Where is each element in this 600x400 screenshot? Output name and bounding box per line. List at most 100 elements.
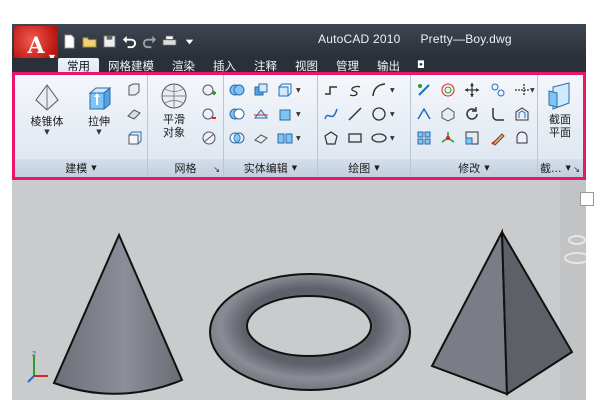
panel-section-title[interactable]: 截... ▼ ↘ (538, 159, 583, 177)
panel-modify-title[interactable]: 修改 ▼ (411, 159, 537, 177)
chevron-down-icon: ▼ (291, 164, 298, 172)
open-folder-icon[interactable] (80, 32, 98, 50)
dialog-launcher-icon: ↘ (573, 165, 580, 174)
smooth-object-icon (161, 83, 187, 109)
panel-solid-editing: ▼ ▼ ▼ 实体编辑 ▼ (224, 75, 318, 177)
copy-icon[interactable] (489, 81, 507, 99)
panel-mesh-title[interactable]: 网格 ↘ (148, 159, 223, 177)
qat-customize-icon[interactable] (180, 32, 198, 50)
polyline-icon[interactable] (322, 81, 340, 99)
extract-edges-icon[interactable] (276, 81, 294, 99)
union-icon[interactable] (228, 81, 246, 99)
window-title: AutoCAD 2010 Pretty—Boy.dwg (318, 32, 512, 46)
helix-icon[interactable] (346, 81, 364, 99)
interfere-icon[interactable] (252, 81, 270, 99)
fillet-icon[interactable] (489, 105, 507, 123)
section-plane-label: 截面 平面 (549, 113, 571, 139)
drawing-viewport[interactable]: z (12, 180, 594, 400)
redo-icon[interactable] (140, 32, 158, 50)
panel-modeling: 棱锥体 ▼ 拉伸 ▼ 建模 ▼ (15, 75, 148, 177)
extrude-icon (88, 86, 112, 111)
rotate-icon[interactable] (463, 105, 481, 123)
panel-draw-title[interactable]: 绘图 ▼ (318, 159, 410, 177)
viewcube-icon[interactable] (564, 235, 586, 264)
torus-solid[interactable] (209, 273, 411, 391)
rectangle-icon[interactable] (346, 129, 364, 147)
move-icon[interactable] (463, 81, 481, 99)
viewport-control-box[interactable] (580, 192, 594, 206)
offset-icon[interactable] (513, 105, 531, 123)
chevron-down-icon: ▼ (565, 164, 571, 172)
chevron-down-icon[interactable]: ▼ (530, 81, 536, 99)
window-left-margin (0, 0, 12, 400)
chevron-down-icon[interactable]: ▼ (296, 81, 302, 99)
chevron-down-icon[interactable]: ▼ (390, 81, 396, 99)
circle-icon[interactable] (370, 105, 388, 123)
panel-modeling-title[interactable]: 建模 ▼ (15, 159, 147, 177)
stretch-icon[interactable] (513, 129, 531, 147)
scale-icon[interactable] (463, 129, 481, 147)
panel-section: 截面 平面 截... ▼ ↘ (538, 75, 583, 177)
3d-move-gizmo-icon[interactable] (439, 129, 457, 147)
chevron-down-icon: ▼ (96, 128, 102, 136)
pyramid-label: 棱锥体 (30, 115, 64, 128)
chevron-down-icon: ▼ (91, 164, 97, 172)
document-name: Pretty—Boy.dwg (420, 32, 512, 46)
line-icon[interactable] (346, 105, 364, 123)
thicken-icon[interactable] (252, 129, 270, 147)
presspull-icon[interactable] (125, 81, 143, 99)
autocad-logo-icon: A (27, 33, 45, 59)
arc-icon[interactable] (370, 81, 388, 99)
3d-array-icon[interactable] (415, 129, 433, 147)
spline-icon[interactable] (322, 105, 340, 123)
title-bar: A ▼ AutoCAD 2010 Pretty—Boy.dwg (12, 24, 586, 66)
autocad-window: A ▼ AutoCAD 2010 Pretty—Boy.dwg 常用 网格建模 … (0, 0, 600, 400)
plot-icon[interactable] (160, 32, 178, 50)
app-name: AutoCAD 2010 (318, 32, 401, 46)
smooth-object-button[interactable]: 平滑 对象 (154, 81, 194, 139)
3d-scale-icon[interactable] (439, 105, 457, 123)
panel-mesh: 平滑 对象 网格 ↘ (148, 75, 224, 177)
pyramid-icon (35, 84, 59, 111)
smooth-less-icon[interactable] (200, 105, 218, 123)
polygon-icon[interactable] (322, 129, 340, 147)
chevron-down-icon: ▼ (44, 128, 50, 136)
svg-text:z: z (32, 349, 36, 358)
panel-modify: ▼ 修改 ▼ (411, 75, 538, 177)
separate-icon[interactable] (276, 129, 294, 147)
chevron-down-icon[interactable]: ▼ (296, 105, 302, 123)
dialog-launcher-icon: ↘ (213, 165, 220, 174)
intersect-icon[interactable] (228, 129, 246, 147)
new-file-icon[interactable] (60, 32, 78, 50)
3d-align-icon[interactable] (415, 81, 433, 99)
pyramid-button[interactable]: 棱锥体 ▼ (25, 83, 69, 136)
pyramid-solid[interactable] (430, 228, 574, 396)
chevron-down-icon[interactable]: ▼ (390, 105, 396, 123)
undo-icon[interactable] (120, 32, 138, 50)
section-plane-icon (548, 82, 570, 110)
erase-icon[interactable] (489, 129, 507, 147)
extrude-faces-icon[interactable] (276, 105, 294, 123)
polysolid-icon[interactable] (125, 105, 143, 123)
extrude-button[interactable]: 拉伸 ▼ (79, 83, 119, 136)
smooth-more-icon[interactable] (200, 81, 218, 99)
extrude-label: 拉伸 (88, 115, 110, 128)
3d-rotate-icon[interactable] (439, 81, 457, 99)
chevron-down-icon[interactable]: ▼ (390, 129, 396, 147)
chevron-down-icon: ▼ (374, 164, 380, 172)
slice-icon[interactable] (252, 105, 270, 123)
save-icon[interactable] (100, 32, 118, 50)
cone-solid[interactable] (52, 232, 184, 395)
box-icon[interactable] (125, 129, 143, 147)
trim-icon[interactable] (513, 81, 531, 99)
chevron-down-icon: ▼ (484, 164, 490, 172)
ribbon-panel-bar: 棱锥体 ▼ 拉伸 ▼ 建模 ▼ 平滑 对象 网格 ↘ ▼ ▼ ▼ 实体编辑 ▼ … (12, 72, 586, 180)
ellipse-icon[interactable] (370, 129, 388, 147)
panel-solid-editing-title[interactable]: 实体编辑 ▼ (224, 159, 317, 177)
smooth-object-label: 平滑 对象 (163, 113, 185, 139)
3d-mirror-icon[interactable] (415, 105, 433, 123)
section-plane-button[interactable]: 截面 平面 (540, 81, 580, 139)
chevron-down-icon[interactable]: ▼ (296, 129, 302, 147)
refine-mesh-icon[interactable] (200, 129, 218, 147)
subtract-icon[interactable] (228, 105, 246, 123)
